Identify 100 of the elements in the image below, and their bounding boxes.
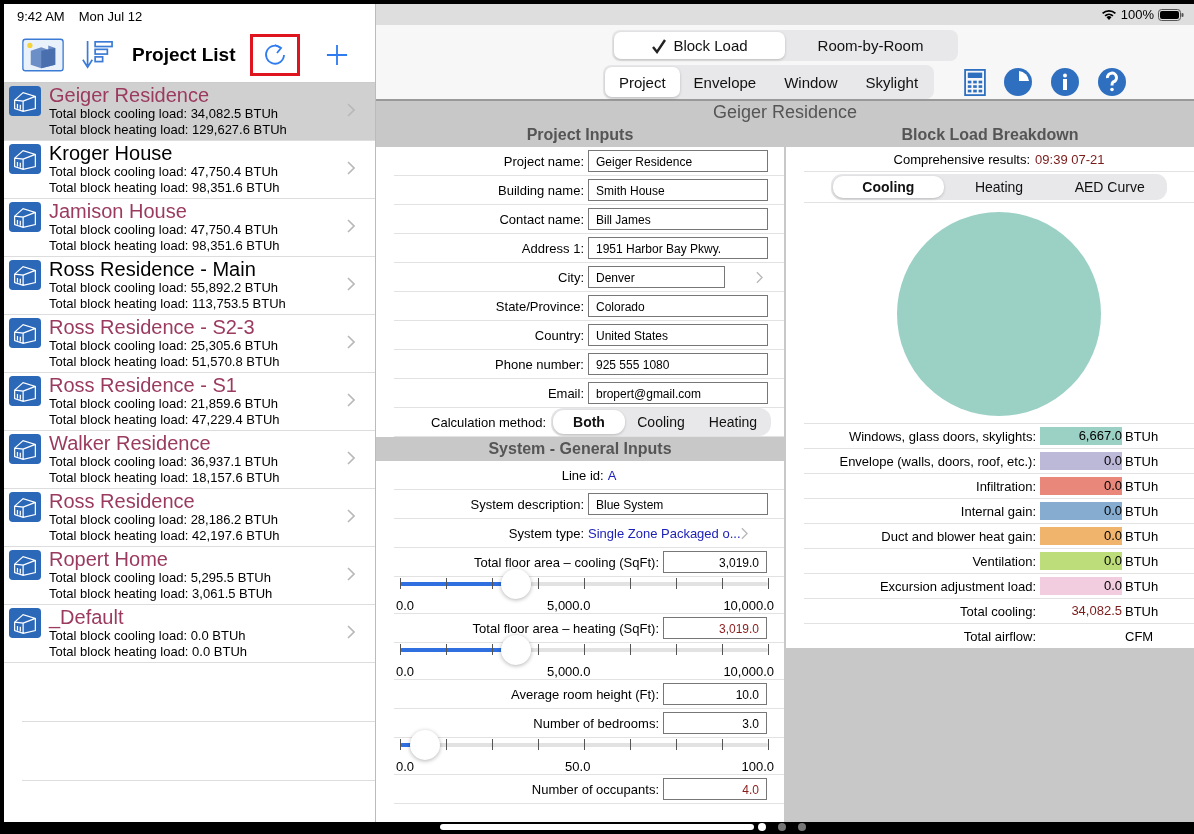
pie-chart-icon[interactable] <box>1003 67 1034 97</box>
project-list-item[interactable]: _Default Total block cooling load: 0.0 BTUh Total block heating load: 0.0 BTUh <box>4 605 375 663</box>
chevron-icon <box>740 526 748 540</box>
load-value: 0.0 <box>1040 502 1122 520</box>
section-tab[interactable]: Skylight <box>851 67 933 97</box>
load-label: Duct and blower heat gain: <box>880 528 1037 544</box>
calculator-icon[interactable] <box>964 68 987 96</box>
input-field[interactable]: bropert@gmail.com <box>588 382 768 404</box>
load-unit: BTUh <box>1124 503 1159 519</box>
results-time: 09:39 07-21 <box>1035 151 1105 167</box>
field-label: Calculation method: <box>430 414 547 430</box>
load-unit: BTUh <box>1124 478 1159 494</box>
house-icon <box>8 260 42 292</box>
sort-icon[interactable] <box>80 39 114 71</box>
project-list-item[interactable]: Ross Residence - Main Total block cooling load: 55,892.2 BTUh Total block heating load: 113,753.5 BTUh <box>4 257 375 315</box>
load-label: Envelope (walls, doors, roof, etc.): <box>838 453 1037 469</box>
field-label: Average room height (Ft): <box>510 686 660 702</box>
refresh-button[interactable] <box>250 34 301 76</box>
input-field[interactable]: United States <box>588 324 768 346</box>
project-name: Ross Residence <box>49 490 196 512</box>
field-label: Total floor area – cooling (SqFt): <box>473 554 660 570</box>
slider-min-label: 0.0 <box>396 598 415 613</box>
info-icon[interactable] <box>1050 67 1081 97</box>
house-icon <box>8 434 42 466</box>
cooling-load: Total block cooling load: 5,295.5 BTUh <box>49 570 272 586</box>
heating-load: Total block heating load: 42,197.6 BTUh <box>49 528 281 544</box>
battery-icon <box>1158 8 1184 21</box>
load-label: Ventilation: <box>971 553 1037 569</box>
project-list-item[interactable]: Geiger Residence Total block cooling load: 34,082.5 BTUh Total block heating load: 129,627.6 BTUh <box>4 83 375 141</box>
project-list-item[interactable]: Ropert Home Total block cooling load: 5,295.5 BTUh Total block heating load: 3,061.5 BTUh <box>4 547 375 605</box>
section-title: Block Load Breakdown <box>901 126 1079 144</box>
number-field[interactable]: 10.0 <box>663 683 767 705</box>
cooling-load: Total block cooling load: 47,750.4 BTUh <box>49 164 280 180</box>
load-label: Internal gain: <box>959 503 1037 519</box>
house-icon <box>8 550 42 582</box>
results-label: Comprehensive results: <box>893 151 1031 167</box>
system-type-link[interactable]: Single Zone Packaged o... <box>588 525 741 541</box>
airflow-unit: CFM <box>1124 628 1154 644</box>
number-field[interactable]: 3,019.0 <box>663 551 767 573</box>
mode-tab[interactable]: Block Load <box>614 32 785 59</box>
number-field[interactable]: 3.0 <box>663 712 767 734</box>
status-time: 9:42 AM <box>17 8 65 24</box>
slider-max-label: 100.0 <box>741 759 774 774</box>
project-list-item[interactable]: Ross Residence Total block cooling load: 28,186.2 BTUh Total block heating load: 42,197.6 BTUh <box>4 489 375 547</box>
load-value: 0.0 <box>1040 527 1122 545</box>
project-list-item[interactable]: Kroger House Total block cooling load: 47,750.4 BTUh Total block heating load: 98,351.6 BTUh <box>4 141 375 199</box>
house-icon <box>8 376 42 408</box>
heating-load: Total block heating load: 0.0 BTUh <box>49 644 248 660</box>
load-value: 0.0 <box>1040 577 1122 595</box>
house-icon <box>8 318 42 350</box>
field-label: System description: <box>469 496 585 512</box>
section-tab[interactable]: Window <box>770 67 852 97</box>
slider[interactable] <box>400 730 768 760</box>
input-field[interactable]: Colorado <box>588 295 768 317</box>
breakdown-tab[interactable]: Cooling <box>833 176 944 198</box>
slider-max-label: 10,000.0 <box>723 664 774 679</box>
load-unit: BTUh <box>1124 528 1159 544</box>
input-field[interactable]: 1951 Harbor Bay Pkwy. <box>588 237 768 259</box>
building-logo-icon[interactable] <box>22 37 64 73</box>
project-list-item[interactable]: Ross Residence - S1 Total block cooling load: 21,859.6 BTUh Total block heating load: 47,229.4 BTUh <box>4 373 375 431</box>
project-name: Geiger Residence <box>49 84 211 106</box>
slider-mid-label: 5,000.0 <box>547 664 591 679</box>
heating-load: Total block heating load: 98,351.6 BTUh <box>49 238 281 254</box>
total-unit: BTUh <box>1124 603 1159 619</box>
chevron-icon <box>756 270 763 284</box>
method-option[interactable]: Both <box>553 410 625 434</box>
section-tab[interactable]: Envelope <box>679 67 771 97</box>
project-list-item[interactable]: Walker Residence Total block cooling load: 36,937.1 BTUh Total block heating load: 18,157.6 BTUh <box>4 431 375 489</box>
chevron-icon <box>347 161 355 175</box>
project-list-item[interactable]: Jamison House Total block cooling load: 47,750.4 BTUh Total block heating load: 98,351.6 BTUh <box>4 199 375 257</box>
breakdown-tab[interactable]: Heating <box>943 176 1055 198</box>
input-field[interactable]: Blue System <box>588 493 768 515</box>
project-name: Ross Residence - Main <box>49 258 257 280</box>
project-list-item[interactable]: Ross Residence - S2-3 Total block cooling load: 25,305.6 BTUh Total block heating load: 51,570.8 BTUh <box>4 315 375 373</box>
line-id-value: A <box>607 467 617 483</box>
load-value: 0.0 <box>1040 477 1122 495</box>
slider[interactable] <box>400 569 768 599</box>
section-tab[interactable]: Project <box>604 67 680 97</box>
method-option[interactable]: Heating <box>697 410 769 434</box>
help-icon[interactable] <box>1097 67 1128 97</box>
number-field[interactable]: 3,019.0 <box>663 617 767 639</box>
cooling-load: Total block cooling load: 21,859.6 BTUh <box>49 396 280 412</box>
cooling-load: Total block cooling load: 0.0 BTUh <box>49 628 247 644</box>
field-label: State/Province: <box>494 298 585 314</box>
mode-tab[interactable]: Room-by-Room <box>785 32 956 59</box>
add-icon[interactable] <box>326 44 349 66</box>
chevron-icon <box>347 393 355 407</box>
input-field[interactable]: Geiger Residence <box>588 150 768 172</box>
house-icon <box>8 86 42 118</box>
slider-max-label: 10,000.0 <box>723 598 774 613</box>
method-option[interactable]: Cooling <box>625 410 697 434</box>
chevron-icon <box>347 219 355 233</box>
input-field[interactable]: Denver <box>588 266 725 288</box>
input-field[interactable]: Smith House <box>588 179 768 201</box>
number-field[interactable]: 4.0 <box>663 778 767 800</box>
breakdown-tab[interactable]: AED Curve <box>1054 176 1165 198</box>
load-label: Excursion adjustment load: <box>878 578 1037 594</box>
slider[interactable] <box>400 635 768 665</box>
input-field[interactable]: 925 555 1080 <box>588 353 768 375</box>
input-field[interactable]: Bill James <box>588 208 768 230</box>
